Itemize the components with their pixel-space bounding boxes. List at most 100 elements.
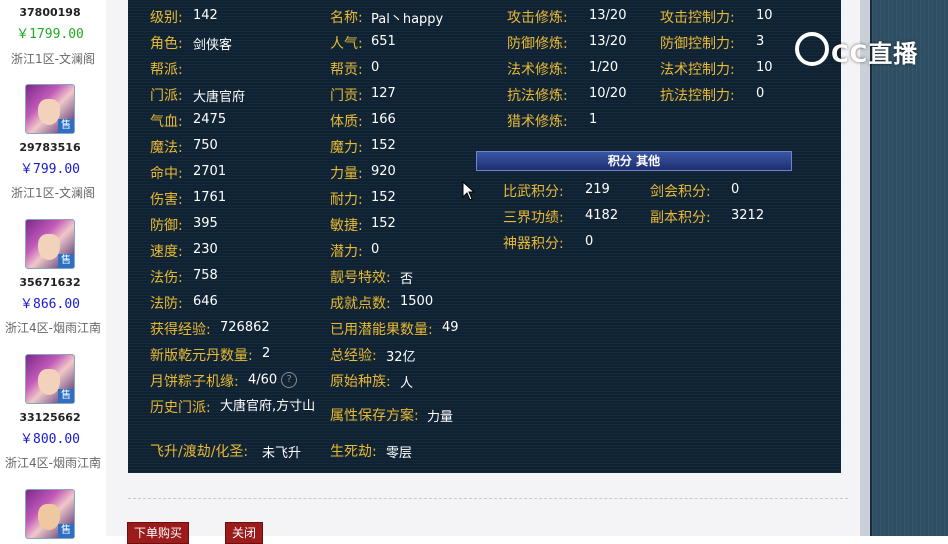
character-avatar[interactable]: 售 [25,84,75,134]
value-speed: 230 [193,242,218,257]
label-defense-control: 防御控制力: [660,36,735,52]
label-guild: 帮派: [150,62,183,78]
label-life-death-trial: 生死劫: [330,444,377,460]
label-special-id-effect: 靓号特效: [330,270,391,286]
label-resist-control: 抗法控制力: [660,88,735,104]
label-arena-score: 比武积分: [503,184,564,200]
value-school-contribution: 127 [371,86,396,101]
value-resist-cultivation: 10/20 [589,86,627,101]
label-potential: 潜力: [330,244,363,260]
value-level: 142 [193,8,218,23]
listing-price[interactable]: ￥1799.00 [0,23,100,42]
sale-tag: 售 [58,119,74,133]
label-role: 角色: [150,36,183,52]
label-hunting-cultivation: 猎术修炼: [507,114,568,130]
character-avatar[interactable]: 售 [25,489,75,539]
cc-live-watermark: CC直播 [795,30,925,70]
listing-id: 37800198 [19,6,81,19]
value-potential: 0 [371,242,380,257]
value-mooncake-chance: 4/60? [248,372,298,388]
value-hunting-cultivation: 1 [589,112,598,127]
label-magic-damage: 法伤: [150,270,183,286]
label-name: 名称: [330,10,363,26]
value-name: Pal丶happy [371,12,444,27]
label-mp: 魔法: [150,140,183,156]
side-background [870,0,948,536]
value-ascension: 未飞升 [262,446,302,461]
value-merit: 4182 [585,208,619,223]
listing-id: 29783516 [19,141,81,154]
value-defense-control: 3 [756,34,765,49]
character-avatar[interactable]: 售 [25,354,75,404]
value-arena-score: 219 [585,182,610,197]
value-life-death-trial: 零层 [386,446,413,461]
watermark-text: CC直播 [831,40,919,68]
close-button[interactable]: 关闭 [225,522,263,544]
value-attack-control: 10 [756,8,773,23]
value-potential-fruit-used: 49 [442,320,459,335]
label-endurance: 耐力: [330,192,363,208]
label-potential-fruit-used: 已用潜能果数量: [330,322,433,338]
value-popularity: 651 [371,34,396,49]
value-original-race: 人 [400,376,414,391]
label-achievement-points: 成就点数: [330,296,391,312]
label-qianyuan-count: 新版乾元丹数量: [150,348,253,364]
value-magic-defense: 646 [193,294,218,309]
value-attack-cultivation: 13/20 [589,8,627,23]
value-hit: 2701 [193,164,227,179]
label-damage: 伤害: [150,192,183,208]
listing-price[interactable]: ￥800.00 [0,428,100,447]
value-qianyuan-count: 2 [262,346,271,361]
label-school: 门派: [150,88,183,104]
value-resist-control: 0 [756,86,765,101]
value-sword-score: 0 [731,182,740,197]
label-defense-cultivation: 防御修炼: [507,36,568,52]
listing-price[interactable]: ￥799.00 [0,158,100,177]
label-level: 级别: [150,10,183,26]
value-hp: 2475 [193,112,227,127]
value-defense: 395 [193,216,218,231]
label-ascension: 飞升/渡劫/化圣: [150,444,249,460]
label-attack-control: 攻击控制力: [660,10,735,26]
value-history-school: 大唐官府,方寸山 [220,399,316,414]
listing-server: 浙江1区-文澜阁 [11,186,95,200]
listing-server: 浙江1区-文澜阁 [11,52,95,66]
value-magic-damage: 758 [193,268,218,283]
label-magic-control: 法术控制力: [660,62,735,78]
label-strength: 力量: [330,166,363,182]
value-achievement-points: 1500 [400,294,434,309]
label-magic-defense: 法防: [150,296,183,312]
value-exp-gained: 726862 [220,320,270,335]
buy-button[interactable]: 下单购买 [127,522,189,544]
value-dungeon-score: 3212 [731,208,765,223]
listing-column: 37800198 ￥1799.00 浙江1区-文澜阁 售 29783516 ￥7… [0,0,107,539]
cc-logo-icon [795,32,829,66]
listing-server: 浙江4区-烟雨江南 [5,456,101,470]
value-magic-cultivation: 1/20 [589,60,619,75]
label-guild-contribution: 帮贡: [330,62,363,78]
character-avatar[interactable]: 售 [25,219,75,269]
listing-price[interactable]: ￥866.00 [0,293,100,312]
value-constitution: 166 [371,112,396,127]
label-magic-cultivation: 法术修炼: [507,62,568,78]
listing-id: 35671632 [19,276,81,289]
label-school-contribution: 门贡: [330,88,363,104]
help-icon[interactable]: ? [281,372,298,388]
value-mp: 750 [193,138,218,153]
label-attack-cultivation: 攻击修炼: [507,10,568,26]
label-history-school: 历史门派: [150,400,211,416]
label-constitution: 体质: [330,114,363,130]
value-artifact-score: 0 [585,234,594,249]
listing-id: 33125662 [19,411,81,424]
value-school: 大唐官府 [193,90,246,105]
label-artifact-score: 神器积分: [503,236,564,252]
label-original-race: 原始种族: [330,374,391,390]
label-speed: 速度: [150,244,183,260]
mouse-cursor-icon [462,181,476,201]
score-section-header: 积分 其他 [476,151,792,171]
value-magic-power: 152 [371,138,396,153]
value-magic-control: 10 [756,60,773,75]
divider [128,498,848,499]
value-damage: 1761 [193,190,227,205]
value-defense-cultivation: 13/20 [589,34,627,49]
